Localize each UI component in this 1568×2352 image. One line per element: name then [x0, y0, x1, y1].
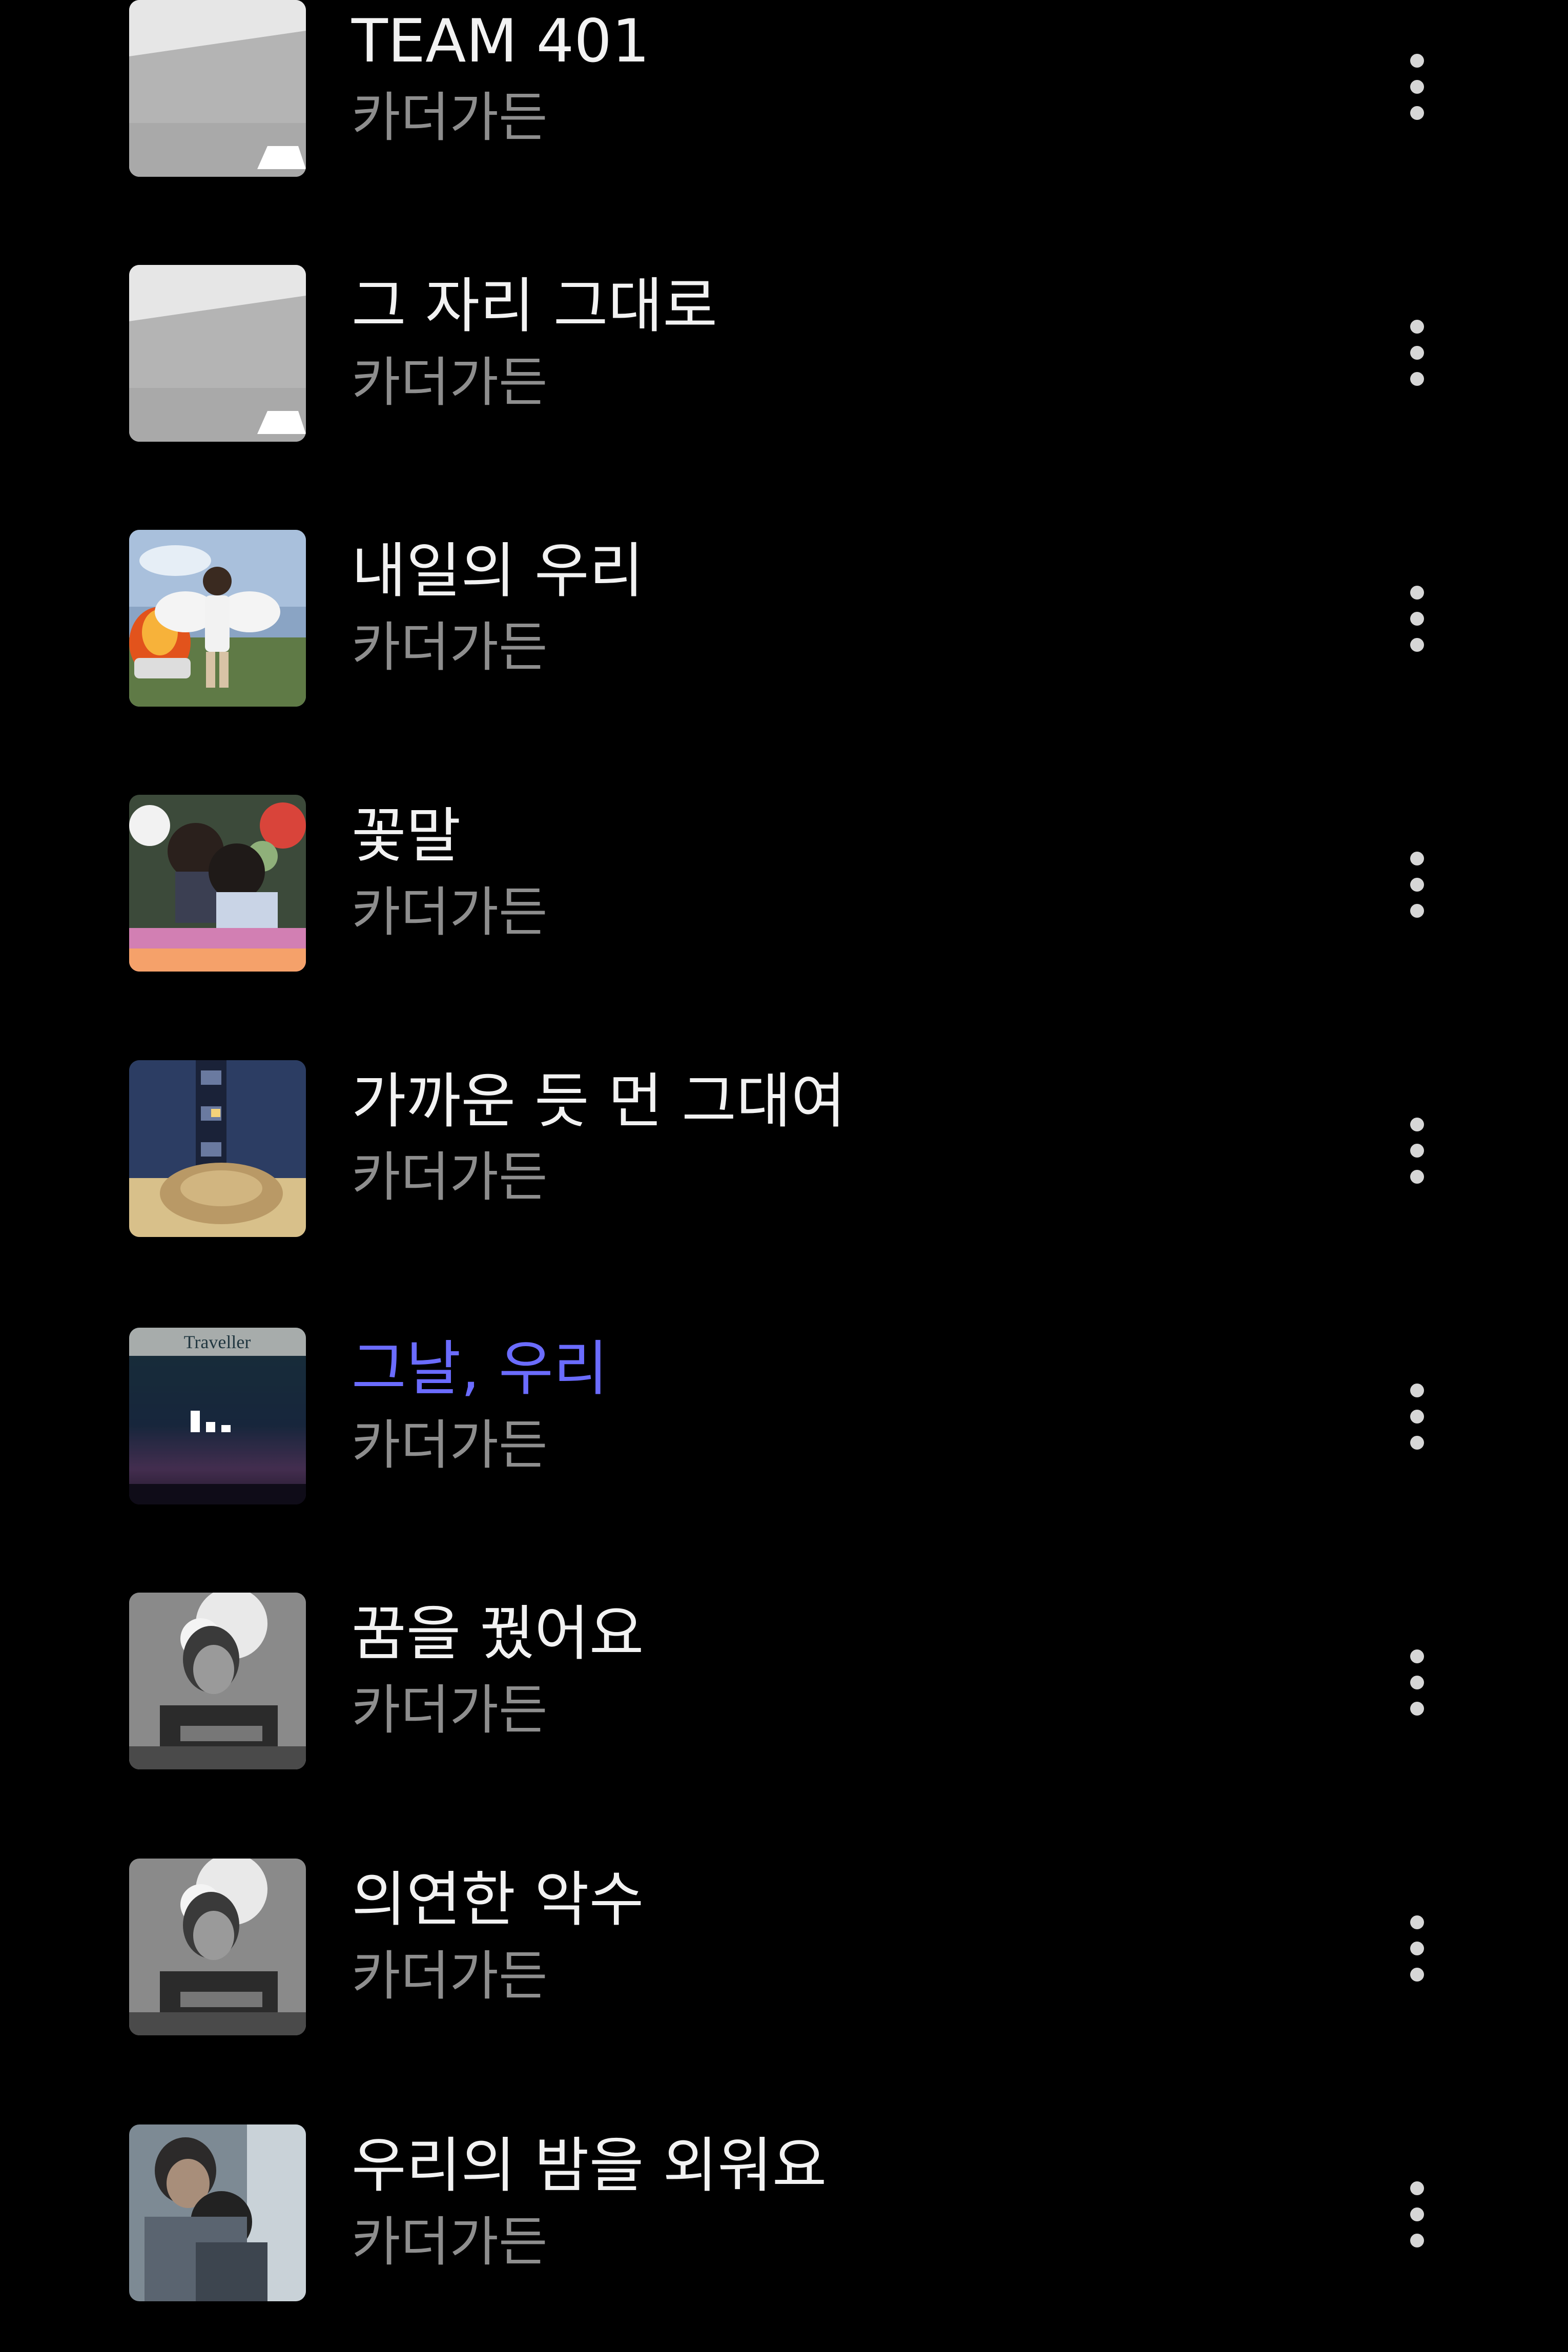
song-row[interactable]: 의연한 악수 카더가든 — [0, 1818, 1568, 2083]
song-artist: 카더가든 — [352, 2211, 548, 2273]
song-title: 내일의 우리 — [352, 537, 644, 606]
song-artist: 카더가든 — [352, 1945, 548, 2007]
album-cover: Traveller — [129, 1328, 306, 1504]
more-options-button[interactable] — [1384, 1631, 1450, 1734]
song-title: 꽃말 — [352, 801, 461, 871]
song-title: TEAM 401 — [352, 7, 650, 76]
song-artist: 카더가든 — [352, 86, 548, 149]
more-options-button[interactable] — [1384, 2163, 1450, 2265]
song-row[interactable]: 내일의 우리 카더가든 — [0, 488, 1568, 754]
more-vertical-icon-dot — [1410, 1435, 1424, 1450]
more-vertical-icon-dot — [1410, 1169, 1424, 1184]
song-artist: 카더가든 — [352, 1679, 548, 1741]
song-row[interactable]: 가까운 듯 먼 그대여 카더가든 — [0, 1020, 1568, 1286]
more-vertical-icon-dot — [1410, 345, 1424, 360]
song-title: 우리의 밤을 외워요 — [352, 2131, 827, 2200]
more-vertical-icon-dot — [1410, 637, 1424, 652]
song-row[interactable]: 그 자리 그대로 카더가든 — [0, 222, 1568, 488]
song-row[interactable]: Traveller 그날, 우리 카더가든 — [0, 1286, 1568, 1552]
album-cover — [129, 0, 306, 177]
more-vertical-icon — [1410, 1117, 1424, 1131]
album-cover — [129, 1593, 306, 1769]
more-vertical-icon-dot — [1410, 1967, 1424, 1982]
song-artist: 카더가든 — [352, 1146, 548, 1208]
more-vertical-icon-dot — [1410, 79, 1424, 94]
more-vertical-icon-dot — [1410, 1701, 1424, 1716]
more-vertical-icon — [1410, 319, 1424, 334]
song-artist: 카더가든 — [352, 881, 548, 943]
more-vertical-icon-dot — [1410, 2207, 1424, 2221]
more-vertical-icon — [1410, 585, 1424, 600]
more-vertical-icon — [1410, 2181, 1424, 2195]
more-vertical-icon — [1410, 1915, 1424, 1929]
more-vertical-icon-dot — [1410, 903, 1424, 918]
song-row[interactable]: 꿈을 꿨어요 카더가든 — [0, 1552, 1568, 1818]
more-vertical-icon-dot — [1410, 1941, 1424, 1955]
song-list: TEAM 401 카더가든 그 자리 그대로 카더가든 내일의 우리 카더가든 … — [0, 0, 1568, 2352]
more-vertical-icon-dot — [1410, 1143, 1424, 1158]
song-title: 의연한 악수 — [352, 1865, 644, 1934]
more-options-button[interactable] — [1384, 301, 1450, 404]
more-vertical-icon — [1410, 851, 1424, 865]
more-options-button[interactable] — [1384, 1099, 1450, 1202]
more-options-button[interactable] — [1384, 567, 1450, 670]
song-row[interactable]: 꽃말 카더가든 — [0, 754, 1568, 1020]
song-title: 가까운 듯 먼 그대여 — [352, 1067, 846, 1136]
album-cover — [129, 265, 306, 442]
more-vertical-icon-dot — [1410, 1675, 1424, 1689]
song-title: 그 자리 그대로 — [352, 272, 718, 341]
more-vertical-icon-dot — [1410, 106, 1424, 120]
more-vertical-icon-dot — [1410, 611, 1424, 626]
album-cover — [129, 1060, 306, 1237]
more-vertical-icon-dot — [1410, 1409, 1424, 1423]
more-vertical-icon — [1410, 1383, 1424, 1397]
more-options-button[interactable] — [1384, 833, 1450, 936]
album-cover — [129, 2124, 306, 2301]
song-artist: 카더가든 — [352, 616, 548, 678]
more-vertical-icon-dot — [1410, 877, 1424, 892]
song-artist: 카더가든 — [352, 1414, 548, 1476]
more-vertical-icon — [1410, 53, 1424, 68]
song-row[interactable]: TEAM 401 카더가든 — [0, 0, 1568, 222]
album-cover — [129, 530, 306, 707]
song-title-playing: 그날, 우리 — [352, 1334, 608, 1404]
more-vertical-icon — [1410, 1649, 1424, 1663]
album-cover — [129, 795, 306, 972]
more-vertical-icon-dot — [1410, 372, 1424, 386]
song-row[interactable]: 우리의 밤을 외워요 카더가든 — [0, 2083, 1568, 2349]
album-cover — [129, 1859, 306, 2035]
more-vertical-icon-dot — [1410, 2233, 1424, 2247]
more-options-button[interactable] — [1384, 1897, 1450, 1999]
song-title: 꿈을 꿨어요 — [352, 1599, 644, 1668]
song-artist: 카더가든 — [352, 351, 548, 414]
more-options-button[interactable] — [1384, 1365, 1450, 1468]
more-options-button[interactable] — [1384, 35, 1450, 138]
